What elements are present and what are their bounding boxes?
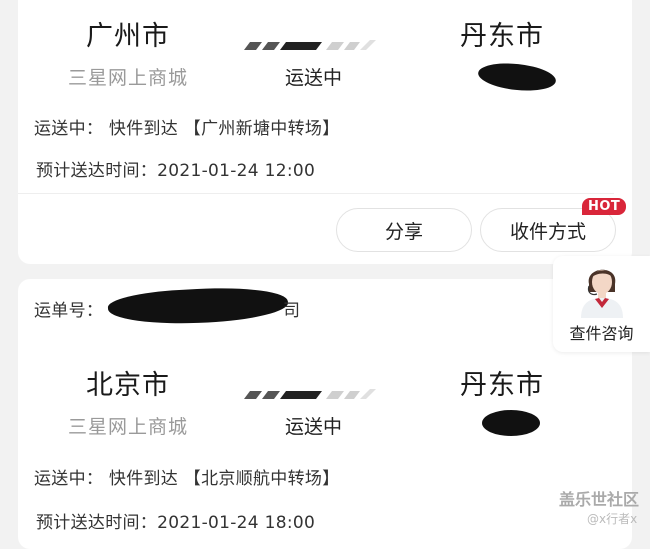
shipment-detail: 运送中： 快件到达 【北京顺航中转场】 (34, 469, 340, 489)
shipment-detail: 运送中： 快件到达 【广州新塘中转场】 (34, 119, 340, 139)
hot-badge: HOT (582, 198, 627, 215)
shipment-card-2[interactable]: 运单号： 司 北京市 丹东市 三星网上商城 运送中 运送中： 快件到达 【北京顺… (18, 279, 632, 549)
tracking-number-label: 运单号： (34, 301, 104, 321)
seller-name: 三星网上商城 (68, 67, 189, 89)
shipment-card-1[interactable]: 广州市 丹东市 三星网上商城 运送中 运送中： 快件到达 【广州新塘中转场】 预… (18, 0, 632, 264)
customer-service-widget[interactable]: 查件咨询 (553, 256, 650, 352)
redacted-tracking-number (107, 284, 289, 328)
origin-city: 广州市 (86, 21, 170, 52)
shipment-status: 运送中 (285, 416, 343, 438)
tracking-suffix: 司 (283, 301, 301, 321)
estimated-delivery: 预计送达时间：2021-01-24 12:00 (36, 161, 316, 181)
redacted-recipient (476, 59, 558, 95)
watermark-sub: @x行者x (587, 512, 638, 526)
redacted-recipient (482, 410, 540, 436)
divider (18, 193, 614, 194)
origin-city: 北京市 (86, 370, 170, 401)
destination-city: 丹东市 (460, 21, 544, 52)
share-button[interactable]: 分享 (336, 208, 472, 252)
estimated-delivery: 预计送达时间：2021-01-24 18:00 (36, 513, 316, 533)
destination-city: 丹东市 (460, 370, 544, 401)
progress-track-icon (244, 389, 376, 399)
customer-service-avatar-icon (581, 269, 623, 318)
seller-name: 三星网上商城 (68, 416, 189, 438)
watermark-main: 盖乐世社区 (559, 490, 640, 509)
service-label: 查件咨询 (569, 324, 634, 343)
progress-track-icon (244, 40, 376, 50)
shipment-status: 运送中 (285, 67, 343, 89)
